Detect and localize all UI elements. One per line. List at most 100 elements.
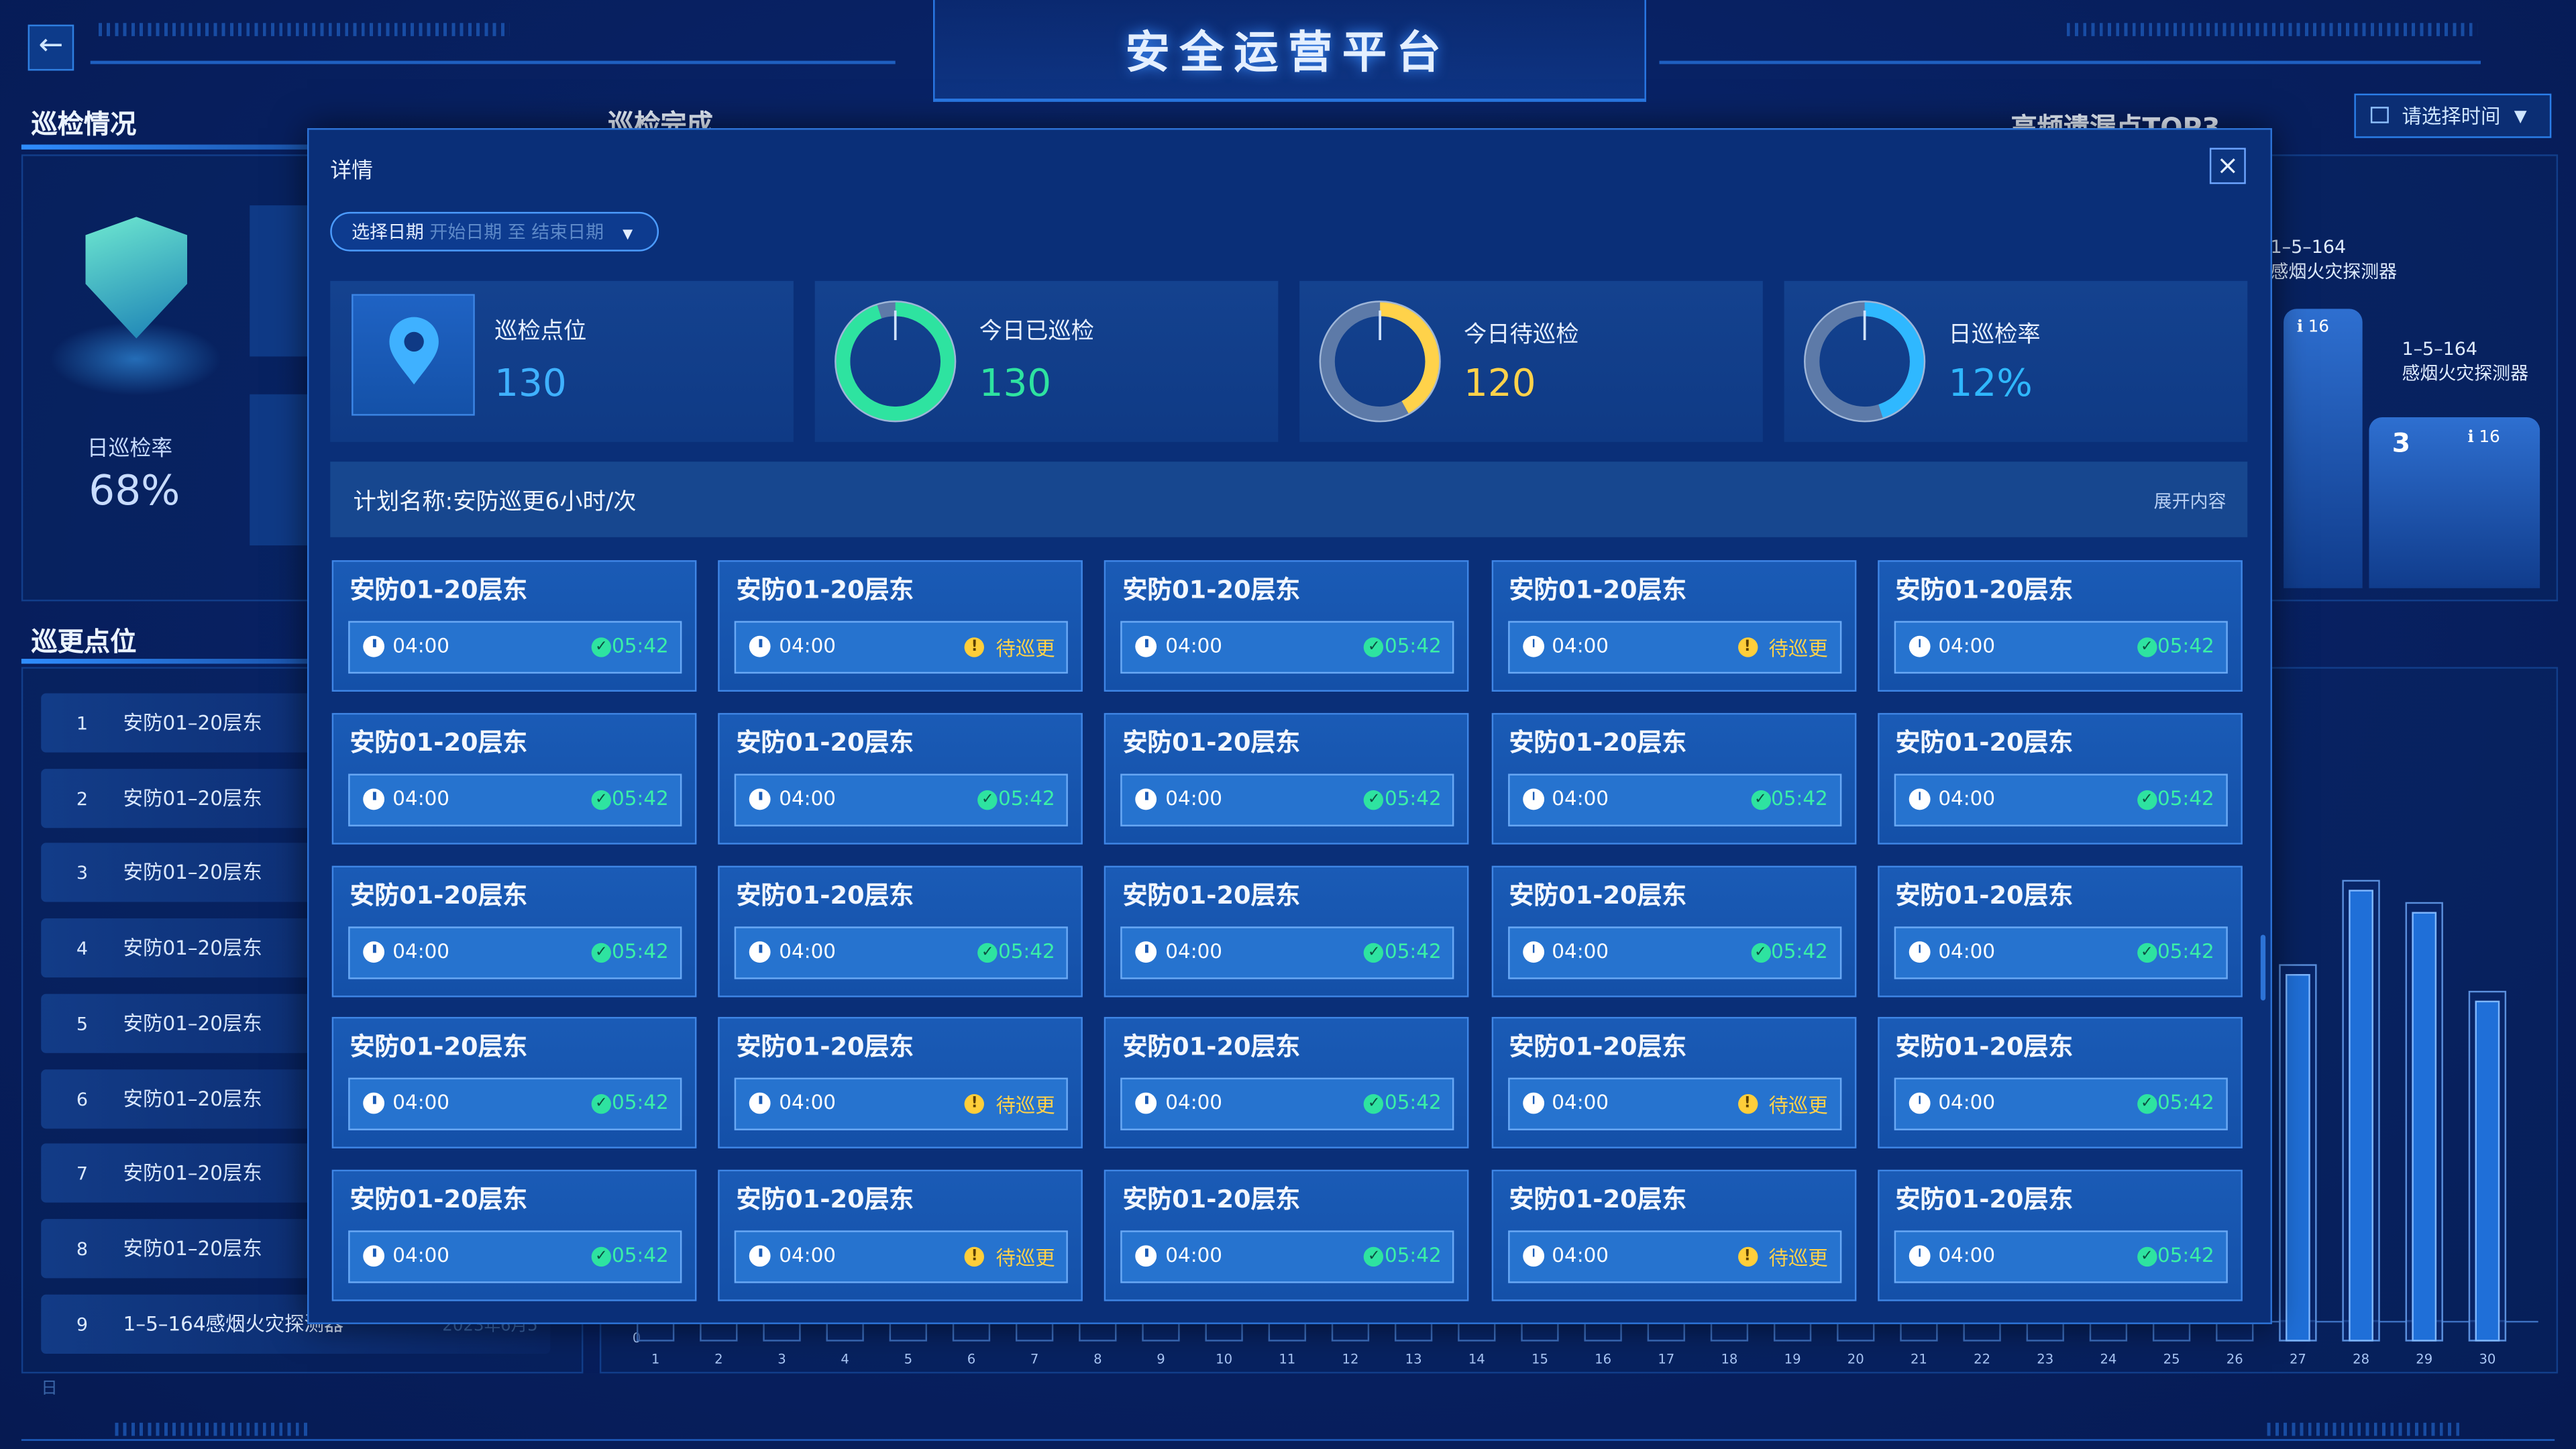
patrol-card[interactable]: 安防01-20层东 04:00 ✓ 05:42: [331, 1017, 697, 1149]
alert-circle-icon: !: [965, 637, 985, 657]
card-status: 05:42: [2157, 938, 2214, 963]
bar[interactable]: [2286, 974, 2310, 1342]
bar[interactable]: [2475, 1000, 2500, 1342]
clock-icon: [1136, 941, 1158, 963]
card-start-time: 04:00: [1165, 938, 1223, 963]
alert-circle-icon: !: [1737, 1247, 1758, 1267]
clock-icon: [749, 941, 771, 963]
patrol-card[interactable]: 安防01-20层东 04:00! 待巡更: [1491, 1170, 1856, 1302]
footer-line: [21, 1439, 2555, 1441]
patrol-card[interactable]: 安防01-20层东 04:00 ✓ 05:42: [1877, 1170, 2243, 1302]
modal-scrollbar[interactable]: [2260, 934, 2266, 1001]
expand-link[interactable]: 展开内容: [2154, 488, 2226, 514]
card-title: 安防01-20层东: [1509, 575, 1687, 605]
bar[interactable]: [2349, 890, 2373, 1342]
stat-card-points: 巡检点位 130: [330, 280, 794, 442]
clock-icon: [1136, 1093, 1158, 1115]
patrol-card[interactable]: 安防01-20层东 04:00 ✓ 05:42: [331, 1170, 697, 1302]
patrol-card[interactable]: 安防01-20层东 04:00 ✓ 05:42: [331, 712, 697, 845]
clock-icon: [363, 635, 385, 657]
patrol-card[interactable]: 安防01-20层东 04:00! 待巡更: [718, 1017, 1083, 1149]
card-start-time: 04:00: [392, 786, 450, 810]
card-title: 安防01-20层东: [350, 1185, 528, 1215]
clock-icon: [1136, 788, 1158, 810]
check-circle-icon: ✓: [591, 637, 612, 657]
patrol-card[interactable]: 安防01-20层东 04:00 ✓ 05:42: [1104, 1170, 1470, 1302]
patrol-card[interactable]: 安防01-20层东 04:00 ✓ 05:42: [718, 865, 1083, 997]
date-range-filter[interactable]: 选择日期 开始日期 至 结束日期 ▼: [330, 211, 659, 252]
check-circle-icon: ✓: [1750, 790, 1771, 810]
patrol-card[interactable]: 安防01-20层东 04:00 ✓ 05:42: [1877, 712, 2243, 845]
card-title: 安防01-20层东: [1122, 575, 1301, 605]
patrol-card[interactable]: 安防01-20层东 04:00 ✓ 05:42: [1877, 865, 2243, 997]
patrol-card[interactable]: 安防01-20层东 04:00 ✓ 05:42: [1491, 712, 1856, 845]
end-date-input[interactable]: 结束日期: [531, 222, 604, 244]
check-circle-icon: ✓: [977, 790, 998, 810]
card-title: 安防01-20层东: [1895, 879, 2074, 910]
check-circle-icon: ✓: [591, 790, 612, 810]
check-circle-icon: ✓: [1364, 637, 1385, 657]
patrol-card[interactable]: 安防01-20层东 04:00! 待巡更: [718, 1170, 1083, 1302]
card-start-time: 04:00: [1552, 1091, 1609, 1115]
stat-label-done: 今日已巡检: [979, 319, 1095, 345]
card-title: 安防01-20层东: [350, 879, 528, 910]
card-start-time: 04:00: [1938, 1244, 1996, 1267]
clock-icon: [1909, 635, 1931, 657]
card-status: 待巡更: [996, 637, 1055, 661]
patrol-card[interactable]: 安防01-20层东 04:00 ✓ 05:42: [1104, 865, 1470, 997]
card-time-row: 04:00 ✓ 05:42: [1121, 926, 1455, 979]
donut-pending-icon: [1319, 301, 1441, 423]
start-date-input[interactable]: 开始日期: [429, 222, 502, 244]
close-button[interactable]: ×: [2209, 148, 2246, 184]
patrol-card[interactable]: 安防01-20层东 04:00 ✓ 05:42: [1104, 712, 1470, 845]
clock-icon: [1522, 941, 1544, 963]
x-tick-label: 15: [1532, 1352, 1548, 1367]
card-title: 安防01-20层东: [1895, 1185, 2074, 1215]
card-time-row: 04:00 ✓ 05:42: [1121, 621, 1455, 674]
card-time-row: 04:00 ✓ 05:42: [348, 773, 682, 826]
card-status: 05:42: [1771, 938, 1828, 963]
card-title: 安防01-20层东: [736, 1032, 914, 1063]
patrol-card[interactable]: 安防01-20层东 04:00 ✓ 05:42: [1877, 560, 2243, 692]
check-circle-icon: ✓: [1364, 790, 1385, 810]
check-circle-icon: ✓: [1364, 1094, 1385, 1115]
x-tick-label: 2: [714, 1352, 722, 1367]
card-status: 05:42: [612, 938, 669, 963]
card-start-time: 04:00: [1165, 1244, 1223, 1267]
stat-card-rate: 日巡检率 12%: [1784, 280, 2248, 442]
clock-icon: [363, 1245, 385, 1267]
close-icon: ×: [2216, 149, 2239, 181]
bar[interactable]: [2412, 912, 2437, 1342]
card-status: 05:42: [2157, 1244, 2214, 1267]
patrol-card[interactable]: 安防01-20层东 04:00! 待巡更: [1491, 560, 1856, 692]
card-time-row: 04:00 ✓ 05:42: [1121, 773, 1455, 826]
card-title: 安防01-20层东: [1895, 727, 2074, 757]
patrol-card[interactable]: 安防01-20层东 04:00 ✓ 05:42: [1104, 560, 1470, 692]
stat-label-points: 巡检点位: [494, 319, 587, 345]
patrol-card[interactable]: 安防01-20层东 04:00! 待巡更: [718, 560, 1083, 692]
patrol-card[interactable]: 安防01-20层东 04:00 ✓ 05:42: [1491, 865, 1856, 997]
check-circle-icon: ✓: [2137, 1094, 2157, 1115]
card-title: 安防01-20层东: [736, 575, 914, 605]
x-tick-label: 28: [2353, 1352, 2369, 1367]
card-time-row: 04:00! 待巡更: [735, 1078, 1069, 1131]
card-time-row: 04:00 ✓ 05:42: [1894, 621, 2228, 674]
card-time-row: 04:00 ✓ 05:42: [1507, 926, 1841, 979]
card-start-time: 04:00: [1552, 938, 1609, 963]
patrol-card[interactable]: 安防01-20层东 04:00 ✓ 05:42: [1104, 1017, 1470, 1149]
patrol-card[interactable]: 安防01-20层东 04:00 ✓ 05:42: [331, 865, 697, 997]
x-tick-label: 8: [1093, 1352, 1102, 1367]
patrol-card[interactable]: 安防01-20层东 04:00 ✓ 05:42: [1877, 1017, 2243, 1149]
patrol-card[interactable]: 安防01-20层东 04:00 ✓ 05:42: [718, 712, 1083, 845]
clock-icon: [1522, 1093, 1544, 1115]
check-circle-icon: ✓: [591, 942, 612, 963]
card-title: 安防01-20层东: [350, 727, 528, 757]
card-title: 安防01-20层东: [736, 727, 914, 757]
patrol-card[interactable]: 安防01-20层东 04:00! 待巡更: [1491, 1017, 1856, 1149]
x-tick-label: 29: [2416, 1352, 2432, 1367]
location-icon-box: [352, 294, 475, 416]
x-tick-label: 24: [2100, 1352, 2116, 1367]
x-tick-label: 13: [1405, 1352, 1422, 1367]
patrol-card[interactable]: 安防01-20层东 04:00 ✓ 05:42: [331, 560, 697, 692]
check-circle-icon: ✓: [591, 1247, 612, 1267]
